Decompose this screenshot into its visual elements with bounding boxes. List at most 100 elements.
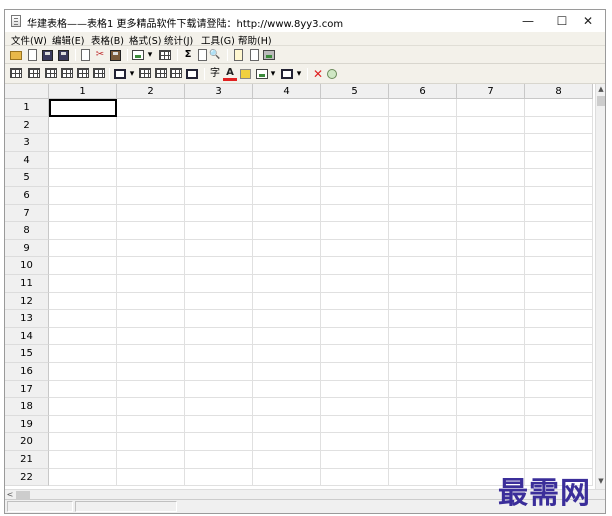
sum-icon[interactable]: Σ — [181, 48, 195, 62]
menu-stats[interactable]: 统计(J) — [164, 33, 193, 47]
grid-cell[interactable] — [117, 222, 185, 240]
grid-cell[interactable] — [185, 222, 253, 240]
grid-cell[interactable] — [117, 468, 185, 487]
grid-cell[interactable] — [321, 451, 389, 469]
title-bar[interactable]: 华建表格——表格1 更多精品软件下载请登陆：http://www.8yy3.co… — [5, 10, 605, 32]
active-cell[interactable] — [49, 99, 117, 117]
grid-cell[interactable] — [321, 187, 389, 205]
grid-cell[interactable] — [525, 451, 593, 469]
grid-cell[interactable] — [185, 310, 253, 328]
grid-cell[interactable] — [117, 239, 185, 258]
grid-cell[interactable] — [389, 380, 457, 399]
grid-cell[interactable] — [457, 433, 525, 451]
chart-document-icon[interactable] — [198, 49, 207, 61]
grid-cell[interactable] — [525, 187, 593, 205]
grid-cell[interactable] — [457, 415, 525, 434]
grid-cell[interactable] — [457, 257, 525, 275]
column-split-icon[interactable] — [155, 68, 167, 78]
row-header[interactable]: 15 — [5, 345, 49, 363]
chevron-down-icon[interactable]: ▾ — [269, 67, 277, 81]
grid-cell[interactable] — [49, 134, 117, 152]
grid-cell[interactable] — [117, 134, 185, 152]
grid-cell[interactable] — [389, 327, 457, 346]
grid-cell[interactable] — [253, 310, 321, 328]
font-color-icon[interactable]: A — [223, 67, 237, 81]
grid-cell[interactable] — [525, 345, 593, 363]
menu-format[interactable]: 格式(S) — [129, 33, 161, 47]
grid-cell[interactable] — [253, 204, 321, 223]
save-icon[interactable] — [42, 50, 53, 61]
grid-cell[interactable] — [321, 257, 389, 275]
grid-cell[interactable] — [525, 398, 593, 416]
grid-cell[interactable] — [49, 116, 117, 135]
grid-cell[interactable] — [117, 310, 185, 328]
grid-cell[interactable] — [49, 151, 117, 170]
chevron-down-icon[interactable]: ▾ — [146, 48, 154, 62]
column-header[interactable]: 6 — [389, 84, 457, 99]
scroll-down-icon[interactable]: ▼ — [596, 476, 605, 486]
grid-cell[interactable] — [185, 380, 253, 399]
grid-cell[interactable] — [321, 380, 389, 399]
grid-cell[interactable] — [525, 134, 593, 152]
grid-cell[interactable] — [457, 380, 525, 399]
grid-cell[interactable] — [525, 239, 593, 258]
menu-file[interactable]: 文件(W) — [11, 33, 47, 47]
horizontal-scroll-thumb[interactable] — [16, 491, 30, 499]
print-preview-icon[interactable] — [250, 49, 259, 61]
column-header[interactable]: 5 — [321, 84, 389, 99]
grid-cell[interactable] — [253, 222, 321, 240]
grid-cell[interactable] — [185, 239, 253, 258]
grid-cell[interactable] — [185, 275, 253, 293]
grid-cell[interactable] — [253, 398, 321, 416]
grid-cell[interactable] — [253, 433, 321, 451]
row-header[interactable]: 16 — [5, 363, 49, 381]
grid-cell[interactable] — [117, 151, 185, 170]
row-header[interactable]: 21 — [5, 451, 49, 469]
row-header[interactable]: 20 — [5, 433, 49, 451]
grid-cell[interactable] — [185, 468, 253, 487]
grid-cell[interactable] — [49, 169, 117, 187]
grid-cell[interactable] — [389, 239, 457, 258]
menu-table[interactable]: 表格(B) — [91, 33, 124, 47]
row-header[interactable]: 3 — [5, 134, 49, 152]
grid-cell[interactable] — [457, 327, 525, 346]
grid-cell[interactable] — [389, 415, 457, 434]
grid-cell[interactable] — [117, 327, 185, 346]
menu-edit[interactable]: 编辑(E) — [52, 33, 84, 47]
search-icon[interactable]: 🔍 — [208, 48, 222, 62]
frame-icon[interactable] — [186, 69, 198, 79]
grid-cell[interactable] — [321, 468, 389, 487]
shield-icon[interactable] — [327, 69, 337, 79]
grid-cell[interactable] — [389, 257, 457, 275]
grid-cell[interactable] — [253, 257, 321, 275]
row-header[interactable]: 5 — [5, 169, 49, 187]
delete-icon[interactable]: ✕ — [311, 67, 325, 81]
grid-cell[interactable] — [525, 380, 593, 399]
grid-cell[interactable] — [253, 451, 321, 469]
grid-cell[interactable] — [525, 433, 593, 451]
grid-cell[interactable] — [185, 327, 253, 346]
minimize-button[interactable]: — — [511, 10, 545, 32]
grid-cell[interactable] — [253, 468, 321, 487]
insert-row-icon[interactable] — [77, 68, 89, 78]
row-header[interactable]: 22 — [5, 468, 49, 487]
grid-cell[interactable] — [117, 398, 185, 416]
grid-cell[interactable] — [49, 363, 117, 381]
grid-cell[interactable] — [321, 169, 389, 187]
column-header[interactable]: 8 — [525, 84, 593, 99]
grid-cell[interactable] — [525, 222, 593, 240]
grid-cell[interactable] — [253, 345, 321, 363]
vertical-scrollbar[interactable]: ▲ ▼ — [595, 84, 605, 489]
grid-cell[interactable] — [253, 292, 321, 311]
row-header[interactable]: 4 — [5, 151, 49, 170]
select-all-corner[interactable] — [5, 84, 49, 99]
row-header[interactable]: 1 — [5, 99, 49, 117]
grid-cell[interactable] — [389, 310, 457, 328]
row-header[interactable]: 19 — [5, 415, 49, 434]
scroll-up-icon[interactable]: ▲ — [596, 84, 605, 94]
grid-cell[interactable] — [253, 134, 321, 152]
grid-cell[interactable] — [457, 363, 525, 381]
grid-cell[interactable] — [49, 433, 117, 451]
grid-cell[interactable] — [49, 275, 117, 293]
grid-cell[interactable] — [389, 151, 457, 170]
